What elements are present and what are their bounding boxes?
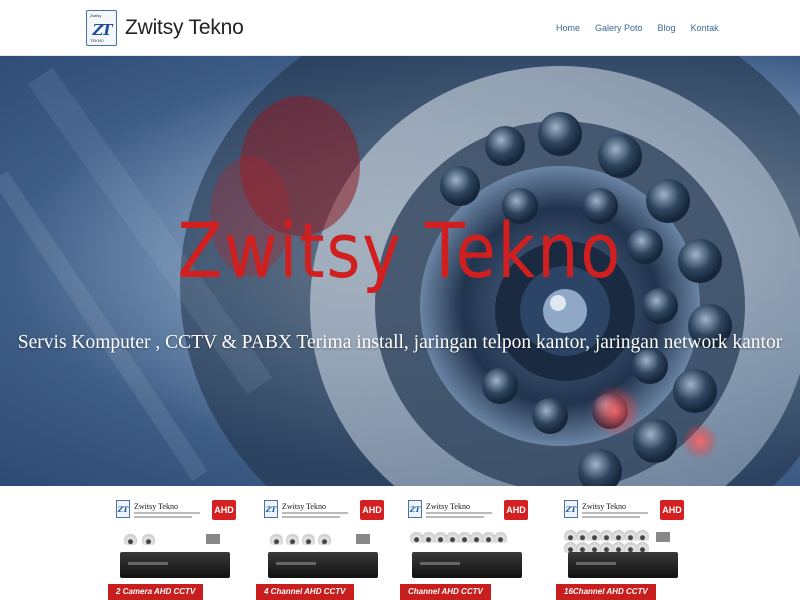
card-brand: Zwitsy Tekno (426, 502, 470, 511)
card-brand: Zwitsy Tekno (134, 502, 178, 511)
card-label: Channel AHD CCTV (400, 584, 491, 600)
camera-icon (270, 534, 283, 545)
brand-name: Zwitsy Tekno (125, 16, 244, 39)
camera-icon (124, 534, 137, 545)
nav-kontak[interactable]: Kontak (691, 22, 719, 34)
card-brand: Zwitsy Tekno (282, 502, 326, 511)
hero-banner: Zwitsy Tekno Servis Komputer , CCTV & PA… (0, 56, 800, 486)
site-header: Zwitsy ZT TEKNO Zwitsy Tekno Home Galery… (0, 0, 800, 56)
logo-top-text: Zwitsy (90, 13, 102, 18)
ahd-badge: AHD (504, 500, 528, 520)
card-fine-print (282, 516, 340, 518)
ahd-badge: AHD (360, 500, 384, 520)
card-logo-icon: ZT (116, 500, 130, 518)
camera-icon (318, 534, 331, 545)
product-strip: ZT Zwitsy Tekno AHD 2 Camera AHD CCTV ZT… (0, 486, 800, 600)
product-card[interactable]: ZT Zwitsy Tekno AHD 2 Camera AHD CCTV (108, 498, 244, 600)
card-fine-print (582, 516, 640, 518)
hero-subtitle: Servis Komputer , CCTV & PABX Terima ins… (17, 332, 783, 353)
product-card[interactable]: ZT Zwitsy Tekno AHD 4 Channel AHD CCTV (256, 498, 392, 600)
dvr-icon (568, 552, 678, 578)
card-label: 2 Camera AHD CCTV (108, 584, 204, 600)
dvr-icon (120, 552, 230, 578)
card-fine-print (282, 512, 348, 514)
camera-icon (636, 530, 649, 541)
adapter-icon (356, 534, 370, 544)
logo-mark: ZT (92, 20, 112, 39)
card-logo-icon: ZT (264, 500, 278, 518)
ahd-badge: AHD (212, 500, 236, 520)
card-label: 4 Channel AHD CCTV (256, 584, 354, 600)
card-label: 16Channel AHD CCTV (556, 584, 656, 600)
nav-galery-poto[interactable]: Galery Poto (595, 22, 643, 34)
logo-icon: Zwitsy ZT TEKNO (86, 10, 117, 46)
dvr-icon (268, 552, 378, 578)
card-fine-print (426, 516, 484, 518)
adapter-icon (656, 532, 670, 542)
logo-bottom-text: TEKNO (90, 38, 104, 43)
card-logo-icon: ZT (408, 500, 422, 518)
camera-icon (286, 534, 299, 545)
card-logo-icon: ZT (564, 500, 578, 518)
nav-blog[interactable]: Blog (658, 22, 676, 34)
camera-icon (142, 534, 155, 545)
card-fine-print (582, 512, 648, 514)
nav-home[interactable]: Home (556, 22, 580, 34)
hero-title: Zwitsy Tekno (177, 206, 622, 295)
card-fine-print (426, 512, 492, 514)
dvr-icon (412, 552, 522, 578)
adapter-icon (206, 534, 220, 544)
card-fine-print (134, 512, 200, 514)
card-brand: Zwitsy Tekno (582, 502, 626, 511)
brand-link[interactable]: Zwitsy ZT TEKNO Zwitsy Tekno (86, 9, 244, 47)
product-card[interactable]: ZT Zwitsy Tekno AHD 16Channel AHD CCTV (556, 498, 692, 600)
camera-icon (494, 532, 507, 543)
card-fine-print (134, 516, 192, 518)
main-nav: Home Galery Poto Blog Kontak (556, 22, 734, 34)
camera-icon (302, 534, 315, 545)
product-card[interactable]: ZT Zwitsy Tekno AHD Channel AHD CCTV (400, 498, 536, 600)
ahd-badge: AHD (660, 500, 684, 520)
